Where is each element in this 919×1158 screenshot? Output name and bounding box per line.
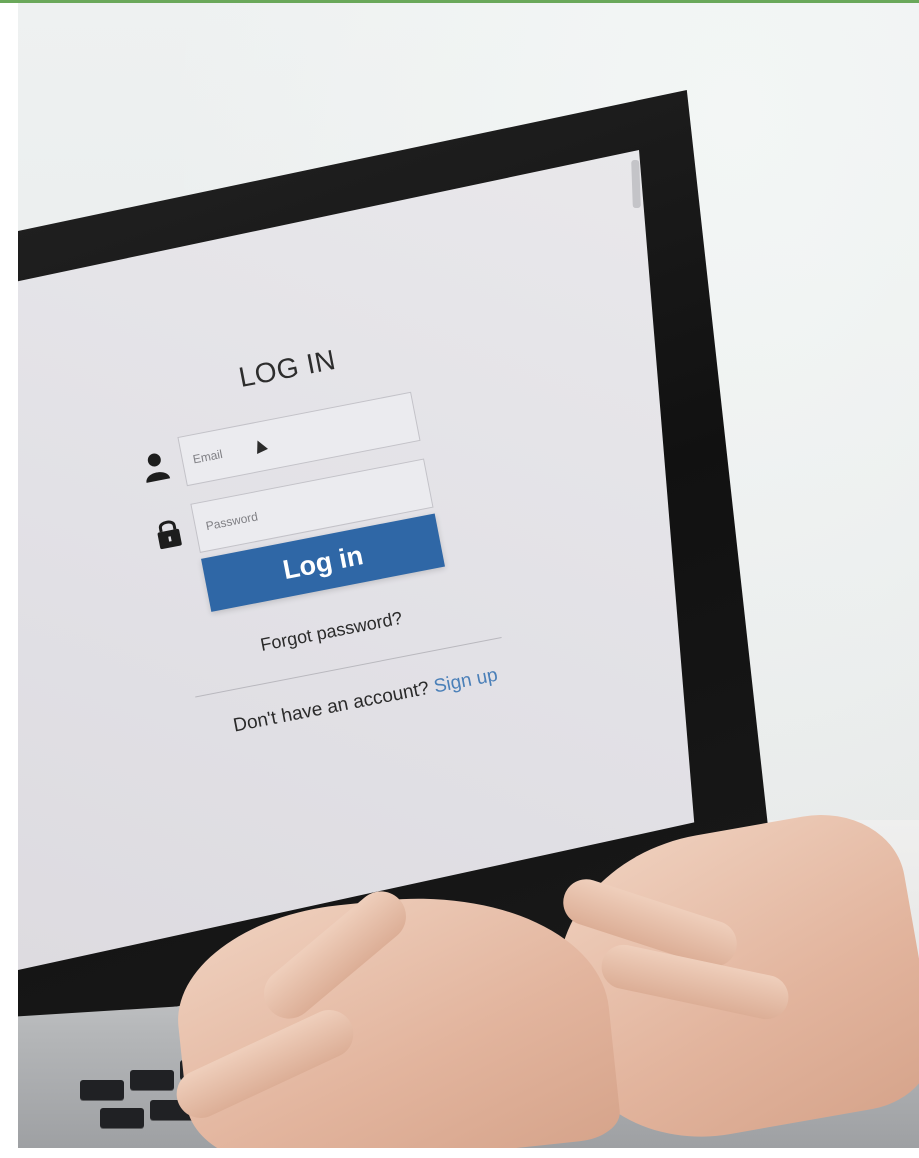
- photo-background: LOG IN Log in Forgot password? Don't hav…: [0, 0, 919, 1158]
- forgot-password-link[interactable]: Forgot password?: [259, 608, 404, 656]
- keyboard-key: [100, 1108, 144, 1128]
- signup-link[interactable]: Sign up: [432, 665, 499, 698]
- keyboard-key: [130, 1070, 174, 1090]
- lock-icon: [157, 520, 182, 550]
- left-border: [0, 0, 18, 1158]
- signup-row: Don't have an account? Sign up: [232, 665, 500, 738]
- screen-scrollbar[interactable]: [631, 159, 641, 209]
- login-title: LOG IN: [236, 343, 339, 393]
- bottom-border: [0, 1148, 919, 1158]
- signup-prompt: Don't have an account?: [231, 677, 431, 737]
- keyboard-key: [80, 1080, 124, 1100]
- user-icon: [146, 453, 171, 483]
- top-rule: [0, 0, 919, 3]
